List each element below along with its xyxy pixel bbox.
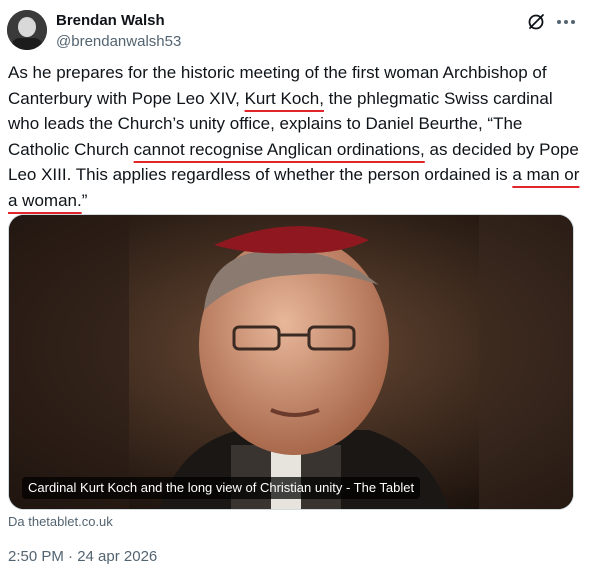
tweet: Brendan Walsh @brendanwalsh53 As he prep… — [0, 0, 595, 580]
author-name[interactable]: Brendan Walsh — [56, 12, 165, 29]
avatar[interactable] — [7, 10, 47, 50]
avatar-photo-icon — [7, 10, 47, 50]
more-icon[interactable] — [555, 12, 577, 32]
timestamp[interactable]: 2:50 PM · 24 apr 2026 — [8, 548, 157, 565]
grok-icon[interactable] — [526, 12, 546, 32]
tweet-highlight: Kurt Koch, — [244, 88, 324, 108]
tweet-text-segment: ” — [81, 190, 88, 210]
card-domain[interactable]: Da thetablet.co.uk — [8, 514, 113, 529]
card-photo — [9, 215, 573, 509]
tweet-text: As he prepares for the historic meeting … — [8, 60, 583, 214]
tweet-highlight: cannot recognise Anglican ordinations, — [133, 139, 425, 159]
author-handle[interactable]: @brendanwalsh53 — [56, 33, 181, 50]
card-caption: Cardinal Kurt Koch and the long view of … — [22, 477, 421, 499]
link-card[interactable]: Cardinal Kurt Koch and the long view of … — [8, 214, 574, 510]
